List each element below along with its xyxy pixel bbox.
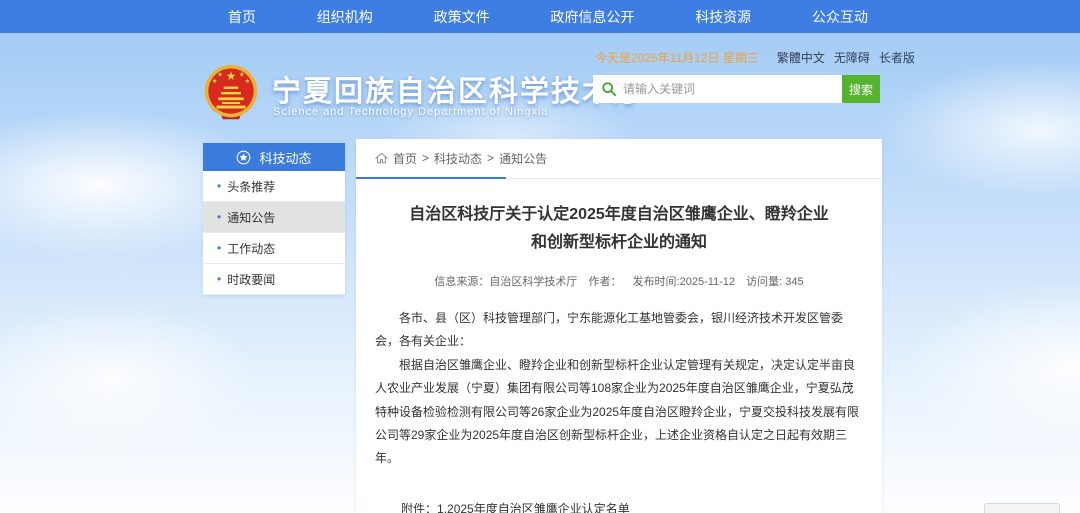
search-box <box>593 75 842 103</box>
svg-text:★: ★ <box>217 72 223 79</box>
sidebar-item-work-updates[interactable]: • 工作动态 <box>203 233 345 264</box>
breadcrumb-divider <box>356 177 882 179</box>
sidebar-header: 科技动态 <box>203 143 345 171</box>
nav-item-sci-resources[interactable]: 科技资源 <box>695 7 751 27</box>
breadcrumb-home[interactable]: 首页 <box>393 150 417 167</box>
article-meta: 信息来源：自治区科学技术厅 作者： 发布时间:2025-11-12 访问量: 3… <box>375 273 863 289</box>
nav-item-organization[interactable]: 组织机构 <box>317 7 373 27</box>
article-title-line2: 和创新型标杆企业的通知 <box>375 229 863 257</box>
svg-text:★: ★ <box>226 70 237 83</box>
nav-item-home[interactable]: 首页 <box>228 7 256 27</box>
top-navigation-items: 首页 组织机构 政策文件 政府信息公开 科技资源 公众互动 <box>228 0 868 33</box>
cloud-decoration <box>880 60 1080 200</box>
svg-text:★: ★ <box>212 78 218 85</box>
article-title: 自治区科技厅关于认定2025年度自治区雏鹰企业、瞪羚企业 和创新型标杆企业的通知 <box>375 201 863 257</box>
search-icon <box>601 81 617 97</box>
breadcrumb-sci-news[interactable]: 科技动态 <box>434 150 482 167</box>
sidebar-title: 科技动态 <box>259 148 311 167</box>
bullet-icon: • <box>217 179 221 193</box>
sidebar-item-political-news[interactable]: • 时政要闻 <box>203 264 345 295</box>
meta-views: 访问量: 345 <box>746 276 803 288</box>
sidebar-item-label: 通知公告 <box>227 209 275 226</box>
cloud-decoration <box>0 300 260 460</box>
sidebar: 科技动态 • 头条推荐 • 通知公告 • 工作动态 • 时政要闻 <box>203 143 345 295</box>
search-input[interactable] <box>623 82 834 96</box>
bullet-icon: • <box>217 241 221 255</box>
traditional-chinese-link[interactable]: 繁體中文 <box>777 49 825 66</box>
site-subtitle: Science and Technology Department of Nin… <box>273 106 535 118</box>
breadcrumb-notices[interactable]: 通知公告 <box>499 150 547 167</box>
article-paragraph: 各市、县（区）科技管理部门，宁东能源化工基地管委会，银川经济技术开发区管委会，各… <box>375 307 863 354</box>
site-title: 宁夏回族自治区科学技术厅 <box>272 68 644 110</box>
search-button[interactable]: 搜索 <box>842 75 880 103</box>
attachment-link-1[interactable]: 1.2025年度自治区雏鹰企业认定名单 <box>437 497 666 513</box>
search-bar: 搜索 <box>593 75 880 103</box>
national-emblem-icon: ★ ★ ★ ★ ★ <box>202 63 260 121</box>
svg-text:★: ★ <box>244 78 250 85</box>
sidebar-item-label: 工作动态 <box>227 240 275 257</box>
header-meta-row: 今天是2025年11月12日 星期三 繁體中文 无障碍 长者版 <box>595 49 880 66</box>
meta-publish-time: 发布时间:2025-11-12 <box>633 276 736 288</box>
sidebar-item-headlines[interactable]: • 头条推荐 <box>203 171 345 202</box>
page-background: 首页 组织机构 政策文件 政府信息公开 科技资源 公众互动 ★ ★ ★ ★ ★ … <box>0 0 1080 513</box>
bullet-icon: • <box>217 210 221 224</box>
accessibility-link[interactable]: 无障碍 <box>834 49 870 66</box>
sidebar-item-label: 时政要闻 <box>227 271 275 288</box>
article-paragraph: 根据自治区雏鹰企业、瞪羚企业和创新型标杆企业认定管理有关规定，决定认定半亩良人农… <box>375 354 863 471</box>
national-emblem-logo[interactable]: ★ ★ ★ ★ ★ <box>202 63 260 121</box>
meta-source: 信息来源：自治区科学技术厅 <box>434 276 577 288</box>
article-body: 各市、县（区）科技管理部门，宁东能源化工基地管委会，银川经济技术开发区管委会，各… <box>375 307 863 471</box>
star-circle-icon <box>236 150 251 165</box>
elderly-version-link[interactable]: 长者版 <box>879 49 915 66</box>
nav-item-gov-info[interactable]: 政府信息公开 <box>550 7 634 27</box>
cloud-decoration <box>900 280 1080 460</box>
floating-widget[interactable] <box>984 503 1060 513</box>
nav-item-policy[interactable]: 政策文件 <box>434 7 490 27</box>
current-date-text: 今天是2025年11月12日 星期三 <box>595 49 759 66</box>
main-content-panel: 首页 > 科技动态 > 通知公告 自治区科技厅关于认定2025年度自治区雏鹰企业… <box>356 139 882 513</box>
breadcrumb-separator: > <box>422 151 429 165</box>
attachments-label: 附件： <box>401 497 437 513</box>
sidebar-item-notices[interactable]: • 通知公告 <box>203 202 345 233</box>
article-title-line1: 自治区科技厅关于认定2025年度自治区雏鹰企业、瞪羚企业 <box>375 201 863 229</box>
meta-author: 作者： <box>588 276 621 288</box>
top-navigation-bar: 首页 组织机构 政策文件 政府信息公开 科技资源 公众互动 <box>0 0 1080 33</box>
breadcrumb-separator: > <box>487 151 494 165</box>
breadcrumb: 首页 > 科技动态 > 通知公告 <box>375 139 863 177</box>
attachments-section: 附件： 1.2025年度自治区雏鹰企业认定名单 2.2025年度自治区瞪羚企业认… <box>401 497 863 513</box>
home-icon <box>375 152 388 164</box>
attachments-list: 1.2025年度自治区雏鹰企业认定名单 2.2025年度自治区瞪羚企业认定名单 … <box>437 497 666 513</box>
bullet-icon: • <box>217 272 221 286</box>
nav-item-public-interaction[interactable]: 公众互动 <box>812 7 868 27</box>
sidebar-item-label: 头条推荐 <box>227 178 275 195</box>
breadcrumb-divider-accent <box>356 177 506 179</box>
